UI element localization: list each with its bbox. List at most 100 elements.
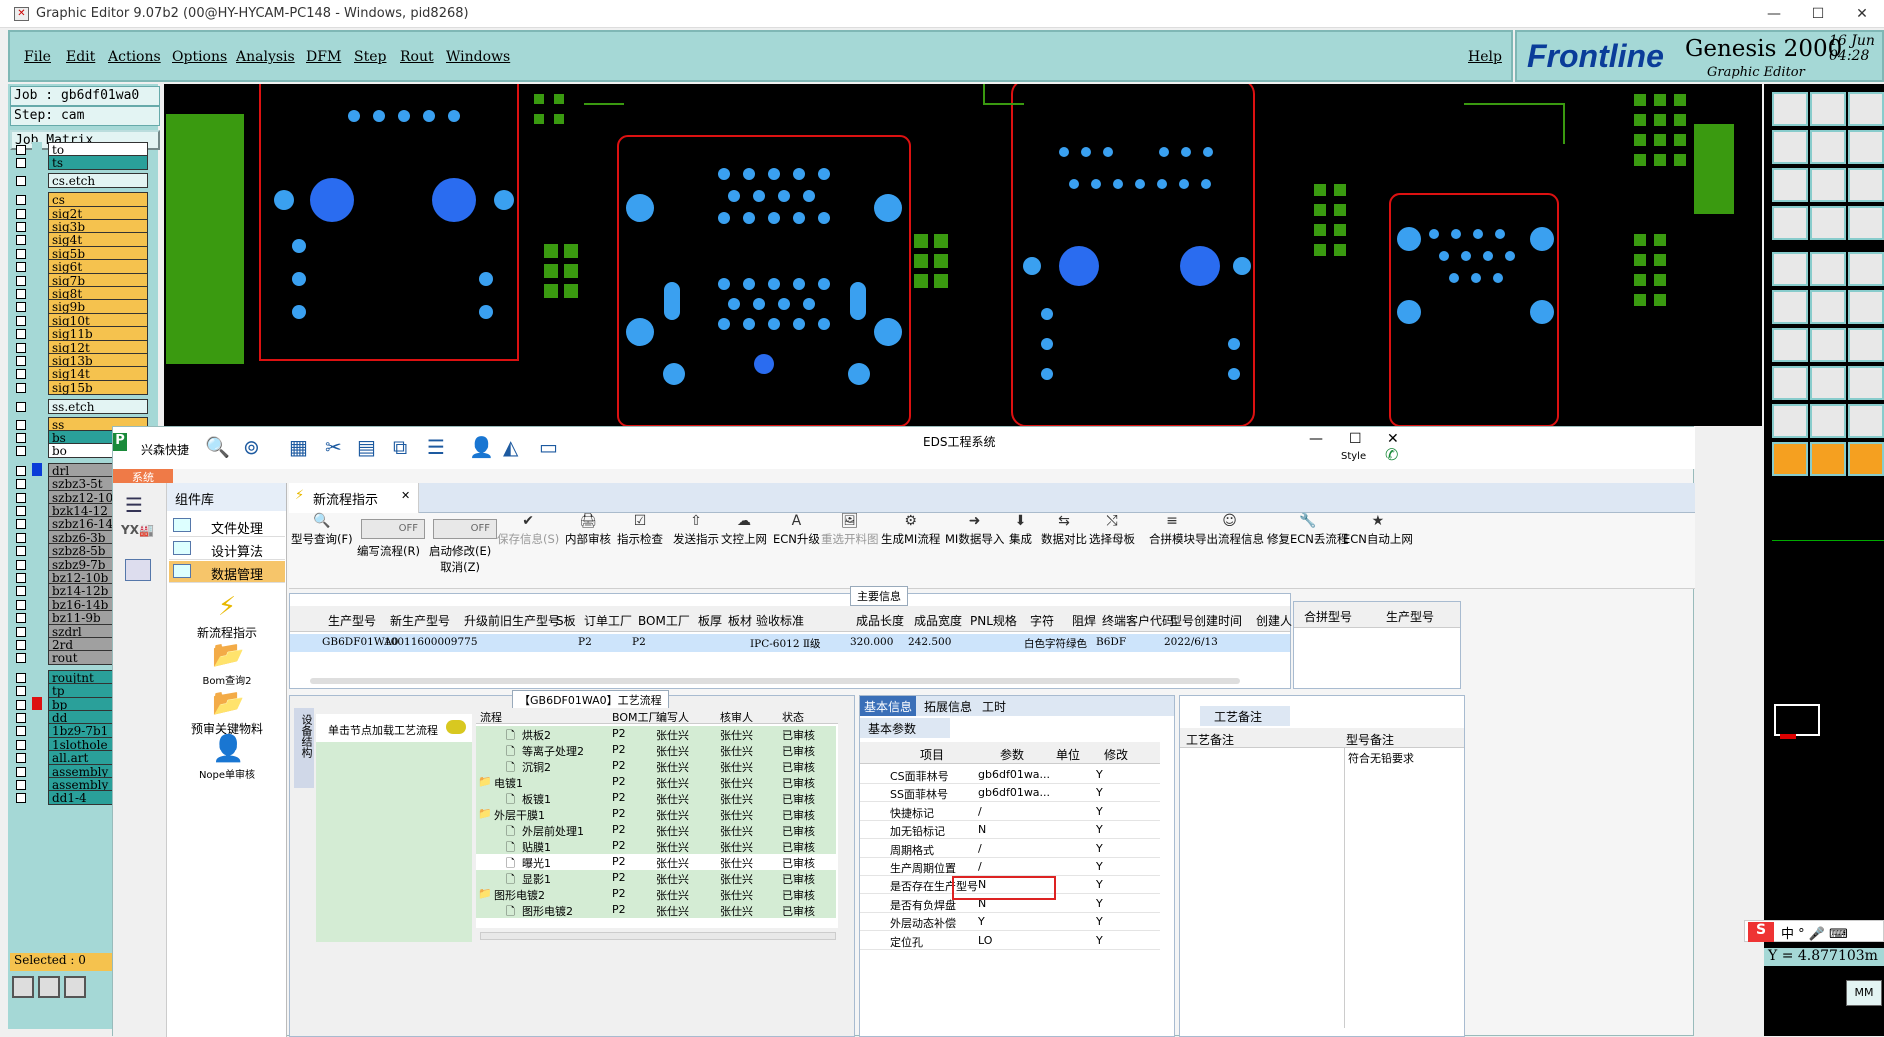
ribbon-button-16[interactable]: ☺ 导出流程信息 xyxy=(1195,513,1264,547)
net-icon[interactable] xyxy=(1772,290,1808,324)
zoom-fit-icon[interactable] xyxy=(1810,168,1846,202)
prop-row[interactable]: 快捷标记 / Y xyxy=(860,802,1160,821)
layer-checkbox[interactable] xyxy=(16,382,26,393)
grid-tool-icon[interactable] xyxy=(64,976,86,998)
layer-checkbox[interactable] xyxy=(16,158,26,169)
measure-tool-icon[interactable] xyxy=(38,976,60,998)
layer-checkbox[interactable] xyxy=(16,573,26,583)
user-icon[interactable]: 👤 xyxy=(469,435,494,459)
tree-row[interactable]: 📁 外层干膜1 P2 张仕兴 张仕兴 已审核 xyxy=(476,806,836,822)
layers-icon[interactable] xyxy=(1848,206,1884,240)
ribbon-button-15[interactable]: ≡ 合拼模块 xyxy=(1149,513,1195,547)
ribbon-button-17[interactable]: 🔧 修复ECN丢流程 xyxy=(1267,513,1348,547)
layer-row-ts[interactable]: ts xyxy=(10,155,150,171)
ribbon-button-14[interactable]: ⤭ 选择母板 xyxy=(1089,513,1135,547)
layer-checkbox[interactable] xyxy=(16,613,26,624)
tab-hours[interactable]: 工时 xyxy=(982,698,1006,715)
tree-row[interactable]: 🗋 外层前处理1 P2 张仕兴 张仕兴 已审核 xyxy=(476,822,836,838)
column-header[interactable]: 成品宽度 xyxy=(914,612,962,629)
prop-cell[interactable]: / xyxy=(978,842,982,855)
zoom-tool-icon[interactable] xyxy=(12,976,34,998)
layer-name[interactable]: sig15b xyxy=(48,379,148,395)
prop-row[interactable]: 生产周期位置 / Y xyxy=(860,858,1160,876)
chart-icon[interactable]: ◭ xyxy=(503,435,518,459)
layer-checkbox[interactable] xyxy=(16,446,26,457)
layer-checkbox[interactable] xyxy=(16,342,26,353)
menu-analysis[interactable]: Analysis xyxy=(236,49,295,65)
layer-checkbox[interactable] xyxy=(16,315,26,326)
layer-checkbox[interactable] xyxy=(16,208,26,219)
layer-checkbox[interactable] xyxy=(16,506,26,516)
column-header[interactable]: PNL规格 xyxy=(970,612,1017,629)
tree-row[interactable]: 🗋 图形电镀2 P2 张仕兴 张仕兴 已审核 xyxy=(476,902,836,918)
layer-checkbox[interactable] xyxy=(16,586,26,597)
prop-cell[interactable]: gb6df01wa... xyxy=(978,768,1050,781)
point-icon[interactable] xyxy=(1772,366,1808,400)
ribbon-button-11[interactable]: ➜ MI数据导入 xyxy=(945,513,1004,547)
menu-edit[interactable]: Edit xyxy=(66,49,95,65)
pointer2-icon[interactable] xyxy=(1810,442,1846,476)
prop-row[interactable]: 定位孔 LO Y xyxy=(860,931,1160,950)
layer-checkbox[interactable] xyxy=(16,222,26,232)
menu-help[interactable]: Help xyxy=(1468,49,1502,65)
column-header[interactable]: 字符 xyxy=(1030,612,1054,629)
layer-checkbox[interactable] xyxy=(16,195,26,206)
layer-row-cs.etch[interactable]: cs.etch xyxy=(10,172,150,188)
column-header[interactable]: 订单工厂 xyxy=(584,612,632,629)
overview-frame[interactable] xyxy=(1774,704,1820,736)
connect-icon[interactable] xyxy=(1848,290,1884,324)
column-header[interactable]: 板厚 xyxy=(698,612,722,629)
layer-checkbox[interactable] xyxy=(16,713,26,723)
list-icon[interactable]: ☰ xyxy=(427,435,445,459)
eds-maximize-button[interactable]: ☐ xyxy=(1349,431,1362,447)
menu-file[interactable]: File xyxy=(24,49,51,65)
layer-name[interactable]: ts xyxy=(48,155,148,171)
pcb-canvas[interactable] xyxy=(164,84,1762,426)
scissors-icon[interactable]: ✂ xyxy=(325,435,342,459)
layer-checkbox[interactable] xyxy=(16,289,26,299)
start-modify-toggle[interactable]: OFF xyxy=(433,519,497,539)
layer-checkbox[interactable] xyxy=(16,739,26,750)
menu-rout[interactable]: Rout xyxy=(400,49,434,65)
layer-checkbox[interactable] xyxy=(16,626,26,637)
tree-row[interactable]: 🗋 贴膜1 P2 张仕兴 张仕兴 已审核 xyxy=(476,838,836,854)
ribbon-button-18[interactable]: ★ ECN自动上网 xyxy=(1343,513,1413,547)
move-down-icon[interactable] xyxy=(1810,92,1846,126)
ribbon-button-4[interactable]: 🖨 内部审核 xyxy=(565,513,611,547)
layer-checkbox[interactable] xyxy=(16,753,26,764)
layer-checkbox[interactable] xyxy=(16,465,26,476)
film-icon[interactable]: ▤ xyxy=(357,435,376,459)
quick-bom-query[interactable]: 📂 Bom查询2 xyxy=(167,641,287,687)
prop-row[interactable]: 外层动态补偿 Y Y xyxy=(860,913,1160,932)
nav-file-process[interactable]: 文件处理 xyxy=(169,515,285,537)
tree-row[interactable]: 🗋 烘板2 P2 张仕兴 张仕兴 已审核 xyxy=(476,726,836,742)
column-header[interactable]: 创建人 xyxy=(1256,612,1292,629)
bracket-icon[interactable] xyxy=(1848,366,1884,400)
prop-cell[interactable]: / xyxy=(978,805,982,818)
ribbon-button-5[interactable]: ☑ 指示检查 xyxy=(617,513,663,547)
prop-row[interactable]: CS面菲林号 gb6df01wa... Y xyxy=(860,766,1160,784)
quick-pre-review[interactable]: 📂 预审关键物料 xyxy=(167,689,287,737)
layer-checkbox[interactable] xyxy=(16,262,26,273)
layer-row-ss.etch[interactable]: ss.etch xyxy=(10,399,150,415)
scale-1-2-icon[interactable] xyxy=(1848,168,1884,202)
style-menu[interactable]: Style xyxy=(1341,451,1366,462)
column-header[interactable]: 验收标准 xyxy=(756,612,804,629)
eds-minimize-button[interactable]: — xyxy=(1309,431,1323,447)
tab-close-icon[interactable]: ✕ xyxy=(401,489,410,502)
edit-flow-toggle[interactable]: OFF xyxy=(361,519,425,539)
prop-cell[interactable]: / xyxy=(978,860,982,873)
layer-checkbox[interactable] xyxy=(16,532,26,543)
tree-row[interactable]: 🗋 显影1 P2 张仕兴 张仕兴 已审核 xyxy=(476,870,836,886)
layer-name[interactable]: cs.etch xyxy=(48,172,148,188)
snapshot-icon[interactable] xyxy=(1772,252,1808,286)
rotate-icon[interactable] xyxy=(1848,442,1884,476)
layer-checkbox[interactable] xyxy=(16,369,26,380)
grid-icon[interactable]: ▦ xyxy=(289,435,308,459)
layer-checkbox[interactable] xyxy=(16,419,26,430)
search-icon[interactable]: 🔍 xyxy=(205,435,230,459)
cross-icon[interactable] xyxy=(1810,290,1846,324)
copy-icon[interactable]: ⧉ xyxy=(393,435,407,459)
grid-icon[interactable] xyxy=(1810,206,1846,240)
column-header[interactable]: 新生产型号 xyxy=(390,612,450,629)
